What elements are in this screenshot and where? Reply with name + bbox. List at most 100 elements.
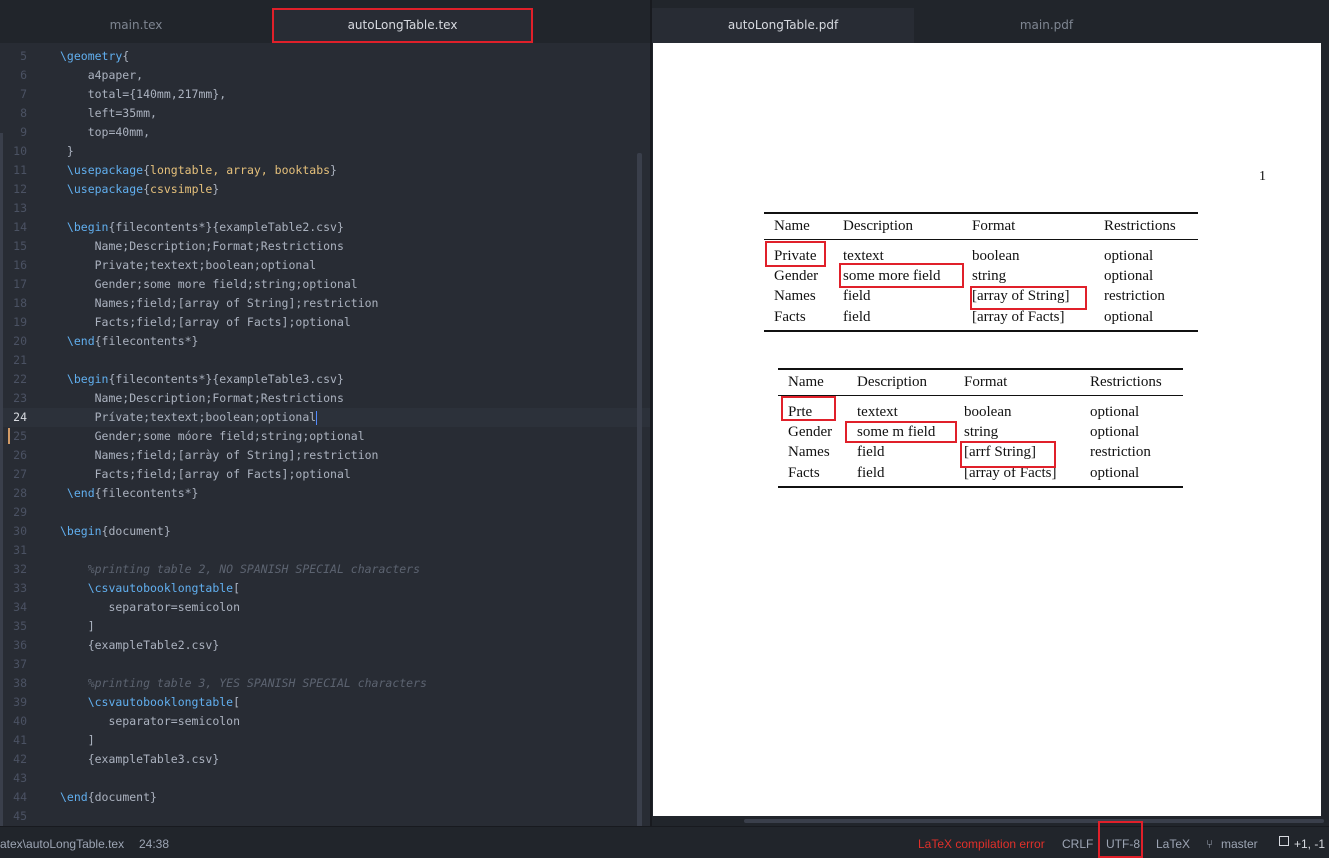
table-cell: [array of Facts] [972,309,1065,325]
tab-autolongtable-tex[interactable]: autoLongTable.tex [272,8,533,43]
code-line[interactable]: 36 {exampleTable2.csv} [0,636,650,655]
code-text: %printing table 3, YES SPANISH SPECIAL c… [60,676,427,690]
line-number: 9 [20,125,27,139]
code-line[interactable]: 6 a4paper, [0,66,650,85]
code-line[interactable]: 30 \begin{document} [0,522,650,541]
table-cell: textext [857,404,898,420]
grammar[interactable]: LaTeX [1156,837,1190,851]
code-line[interactable]: 43 [0,769,650,788]
line-number: 8 [20,106,27,120]
table-cell: Names [774,288,816,304]
tab-main-pdf[interactable]: main.pdf [914,8,1179,43]
code-line[interactable]: 13 [0,199,650,218]
table-cell: string [964,424,999,440]
code-text: \usepackage{longtable, array, booktabs} [60,163,337,177]
code-text: a4paper, [60,68,144,82]
code-line[interactable]: 34 separator=semicolon [0,598,650,617]
code-line[interactable]: 29 [0,503,650,522]
code-text: \end{filecontents*} [60,334,199,348]
code-text: Names;field;[arrày of String];restrictio… [60,448,379,462]
table-header-cell: Restrictions [1090,374,1162,390]
line-number: 5 [20,49,27,63]
code-text: Prívate;textext;boolean;optional [60,410,318,425]
pdf-viewer[interactable]: 1 Name Description Format Restrictions Priva… [652,43,1329,826]
editor-scrollbar[interactable] [637,153,642,826]
annotation-box [765,241,826,267]
code-line[interactable]: 5 \geometry{ [0,47,650,66]
code-text: Gender;some more field;string;optional [60,277,358,291]
line-number: 42 [13,752,27,766]
code-line[interactable]: 22 \begin{filecontents*}{exampleTable3.c… [0,370,650,389]
code-line[interactable]: 14 \begin{filecontents*}{exampleTable2.c… [0,218,650,237]
code-line[interactable]: 37 [0,655,650,674]
code-line[interactable]: 41 ] [0,731,650,750]
code-line[interactable]: 12 \usepackage{csvsimple} [0,180,650,199]
pdf-table-2: Name Description Format Restrictions Prte tex… [778,368,1183,489]
code-line[interactable]: 40 separator=semicolon [0,712,650,731]
code-line[interactable]: 23 Name;Description;Format;Restrictions [0,389,650,408]
line-number: 15 [13,239,27,253]
code-line[interactable]: 26 Names;field;[arrày of String];restric… [0,446,650,465]
code-line[interactable]: 21 [0,351,650,370]
line-number: 36 [13,638,27,652]
code-line[interactable]: 18 Names;field;[array of String];restric… [0,294,650,313]
code-text: total={140mm,217mm}, [60,87,227,101]
line-number: 43 [13,771,27,785]
code-line[interactable]: 20 \end{filecontents*} [0,332,650,351]
code-line[interactable]: 39 \csvautobooklongtable[ [0,693,650,712]
line-number: 20 [13,334,27,348]
code-line[interactable]: 9 top=40mm, [0,123,650,142]
latex-error-status[interactable]: LaTeX compilation error [918,837,1045,851]
code-line[interactable]: 42 {exampleTable3.csv} [0,750,650,769]
code-line[interactable]: 11 \usepackage{longtable, array, booktab… [0,161,650,180]
code-line[interactable]: 10 } [0,142,650,161]
git-diff-count[interactable]: +1, -1 [1294,837,1325,851]
pdf-horizontal-scrollbar[interactable] [744,819,1324,823]
code-line[interactable]: 35 ] [0,617,650,636]
line-number: 18 [13,296,27,310]
code-text: Names;field;[array of String];restrictio… [60,296,379,310]
table-header-cell: Restrictions [1104,218,1176,234]
git-branch[interactable]: master [1221,837,1258,851]
line-number: 23 [13,391,27,405]
code-line[interactable]: 7 total={140mm,217mm}, [0,85,650,104]
code-text: \end{filecontents*} [60,486,199,500]
code-line[interactable]: 25 Gender;some móore field;string;option… [0,427,650,446]
table-cell: optional [1090,465,1140,481]
code-text: top=40mm, [60,125,151,139]
code-line[interactable]: 33 \csvautobooklongtable[ [0,579,650,598]
line-number: 7 [20,87,27,101]
line-number: 41 [13,733,27,747]
code-line[interactable]: 32 %printing table 2, NO SPANISH SPECIAL… [0,560,650,579]
annotation-box [845,421,957,443]
code-line[interactable]: 16 Private;textext;boolean;optional [0,256,650,275]
file-path[interactable]: atex\autoLongTable.tex [0,837,124,851]
code-line[interactable]: 27 Facts;field;[array of Facts];optional [0,465,650,484]
line-number: 40 [13,714,27,728]
line-number: 6 [20,68,27,82]
annotation-box [839,263,964,288]
line-ending[interactable]: CRLF [1062,837,1093,851]
table-cell: restriction [1104,288,1165,304]
code-line[interactable]: 24 Prívate;textext;boolean;optional [0,408,650,427]
code-line[interactable]: 44 \end{document} [0,788,650,807]
line-number: 45 [13,809,27,823]
code-line[interactable]: 8 left=35mm, [0,104,650,123]
code-text: } [60,144,74,158]
code-line[interactable]: 28 \end{filecontents*} [0,484,650,503]
cursor-position[interactable]: 24:38 [139,837,169,851]
code-line[interactable]: 31 [0,541,650,560]
code-line[interactable]: 45 [0,807,650,826]
tab-main-tex[interactable]: main.tex [0,8,272,43]
line-number: 21 [13,353,27,367]
code-text: ] [60,733,95,747]
code-editor[interactable]: 5 \geometry{6 a4paper, 7 total={140mm,217m… [0,43,650,826]
code-line[interactable]: 15 Name;Description;Format;Restrictions [0,237,650,256]
code-line[interactable]: 19 Facts;field;[array of Facts];optional [0,313,650,332]
code-line[interactable]: 38 %printing table 3, YES SPANISH SPECIA… [0,674,650,693]
line-number: 38 [13,676,27,690]
line-number: 39 [13,695,27,709]
code-line[interactable]: 17 Gender;some more field;string;optiona… [0,275,650,294]
tab-autolongtable-pdf[interactable]: autoLongTable.pdf [652,8,914,43]
line-number: 16 [13,258,27,272]
